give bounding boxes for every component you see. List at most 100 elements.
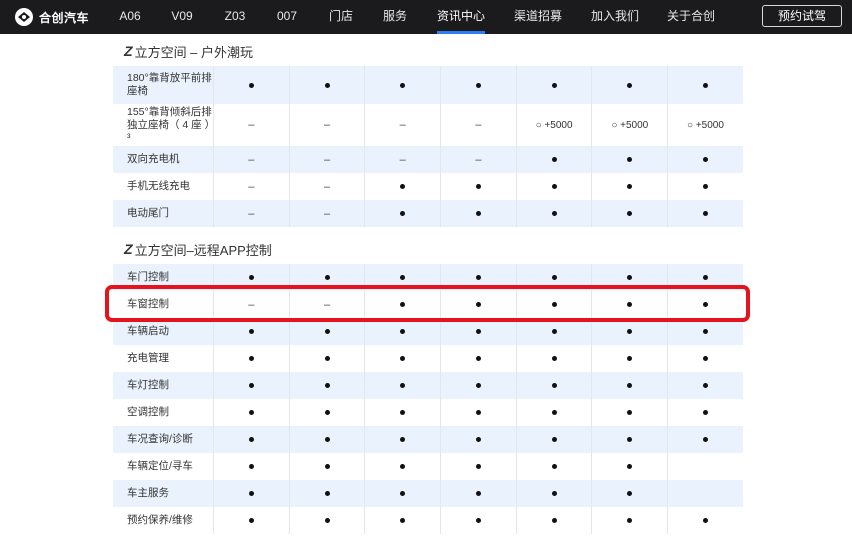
row-label-line: 空调控制: [127, 406, 169, 418]
nav-item-about[interactable]: 关于合创: [667, 0, 715, 34]
standard-dot-icon: [400, 329, 406, 334]
standard-dot-icon: [475, 184, 481, 189]
spec-table-remote-app: 车门控制 车窗控制 – – 车辆启动 充电管理 车灯控制 空调控制 车况查询/诊断 车辆定位/寻车…: [113, 264, 852, 534]
table-row: 预约保养/维修: [113, 507, 743, 534]
nav-item-news-center[interactable]: 资讯中心: [437, 0, 485, 34]
nav-item-z03[interactable]: Z03: [223, 0, 247, 34]
z-series-logo: Z: [124, 43, 133, 59]
standard-dot-icon: [324, 275, 330, 280]
standard-dot-icon: [702, 518, 708, 523]
row-label-line: 车辆启动: [127, 325, 169, 337]
next-arrow-icon[interactable]: [793, 453, 852, 479]
row-label: 手机无线充电: [113, 173, 213, 200]
standard-dot-icon: [400, 211, 406, 216]
not-available-dash: –: [248, 180, 255, 193]
table-cell: [364, 480, 440, 507]
brand-logo[interactable]: 合创汽车: [14, 7, 89, 27]
table-cell: [591, 146, 667, 173]
standard-dot-icon: [475, 211, 481, 216]
table-cell: [213, 480, 289, 507]
standard-dot-icon: [551, 356, 557, 361]
table-cell: [440, 426, 516, 453]
standard-dot-icon: [475, 437, 481, 442]
nav-item-stores[interactable]: 门店: [327, 0, 355, 34]
standard-dot-icon: [324, 82, 330, 88]
row-label: 155°靠背倾斜后排 独立座椅（ 4 座 ）³: [113, 104, 213, 146]
table-cell: [440, 173, 516, 200]
nav-item-channel-recruitment[interactable]: 渠道招募: [514, 0, 562, 34]
nav-item-v09[interactable]: V09: [170, 0, 194, 34]
table-cell: [515, 291, 592, 318]
table-cell: ○ +5000: [667, 104, 743, 146]
standard-dot-icon: [475, 518, 481, 523]
standard-dot-icon: [551, 302, 557, 307]
row-label: 车窗控制: [113, 291, 213, 318]
table-row: 充电管理: [113, 345, 743, 372]
table-row: 车辆定位/寻车: [113, 453, 852, 480]
optional-price: ○ +5000: [687, 119, 724, 131]
table-cell: [213, 426, 289, 453]
table-row: 电动尾门 – –: [113, 200, 743, 227]
nav-item-a06[interactable]: A06: [118, 0, 142, 34]
standard-dot-icon: [475, 82, 481, 88]
table-cell: [591, 453, 667, 480]
standard-dot-icon: [475, 410, 481, 415]
table-cell: [364, 399, 440, 426]
nav-item-007[interactable]: 007: [275, 0, 299, 34]
standard-dot-icon: [400, 491, 406, 496]
table-cell: [288, 66, 365, 104]
standard-dot-icon: [702, 383, 708, 388]
table-cell: [667, 264, 743, 291]
table-cell: –: [213, 104, 289, 146]
standard-dot-icon: [627, 211, 633, 216]
standard-dot-icon: [702, 302, 708, 307]
standard-dot-icon: [400, 275, 406, 280]
standard-dot-icon: [400, 356, 406, 361]
table-cell: –: [364, 104, 440, 146]
table-cell: [440, 399, 516, 426]
standard-dot-icon: [400, 82, 406, 88]
table-cell: [288, 426, 365, 453]
book-test-drive-button[interactable]: 预约试驾: [762, 5, 842, 27]
standard-dot-icon: [324, 356, 330, 361]
table-cell: –: [213, 146, 289, 173]
table-cell: [440, 200, 516, 227]
table-cell: [288, 345, 365, 372]
table-cell: –: [213, 291, 289, 318]
standard-dot-icon: [248, 491, 254, 496]
table-row: 车况查询/诊断: [113, 426, 743, 453]
not-available-dash: –: [399, 119, 406, 131]
standard-dot-icon: [551, 491, 557, 496]
standard-dot-icon: [475, 491, 481, 496]
standard-dot-icon: [702, 184, 708, 189]
nav-item-join-us[interactable]: 加入我们: [591, 0, 639, 34]
row-label-line: 充电管理: [127, 352, 169, 364]
table-cell: [515, 345, 592, 372]
table-cell: [591, 173, 667, 200]
standard-dot-icon: [551, 518, 557, 523]
row-label-line: 车灯控制: [127, 379, 169, 391]
table-cell: –: [288, 146, 365, 173]
standard-dot-icon: [248, 437, 254, 442]
top-navigation-bar: 合创汽车 A06 V09 Z03 007 门店 服务 资讯中心 渠道招募 加入我…: [0, 0, 852, 34]
table-cell: –: [213, 173, 289, 200]
table-cell: ○ +5000: [515, 104, 592, 146]
standard-dot-icon: [702, 211, 708, 216]
table-cell: [515, 372, 592, 399]
row-label: 电动尾门: [113, 200, 213, 227]
row-label: 车门控制: [113, 264, 213, 291]
standard-dot-icon: [248, 329, 254, 334]
nav-item-service[interactable]: 服务: [381, 0, 409, 34]
row-label-line: 车窗控制: [127, 298, 169, 310]
row-label-line: 车辆定位/寻车: [127, 460, 193, 472]
standard-dot-icon: [627, 383, 633, 388]
not-available-dash: –: [248, 298, 255, 311]
standard-dot-icon: [400, 184, 406, 189]
next-arrow-icon[interactable]: [793, 480, 852, 506]
standard-dot-icon: [627, 82, 633, 88]
table-cell: [213, 372, 289, 399]
standard-dot-icon: [475, 329, 481, 334]
not-available-dash: –: [323, 180, 331, 193]
row-label: 车主服务: [113, 480, 213, 507]
table-cell: [667, 200, 743, 227]
